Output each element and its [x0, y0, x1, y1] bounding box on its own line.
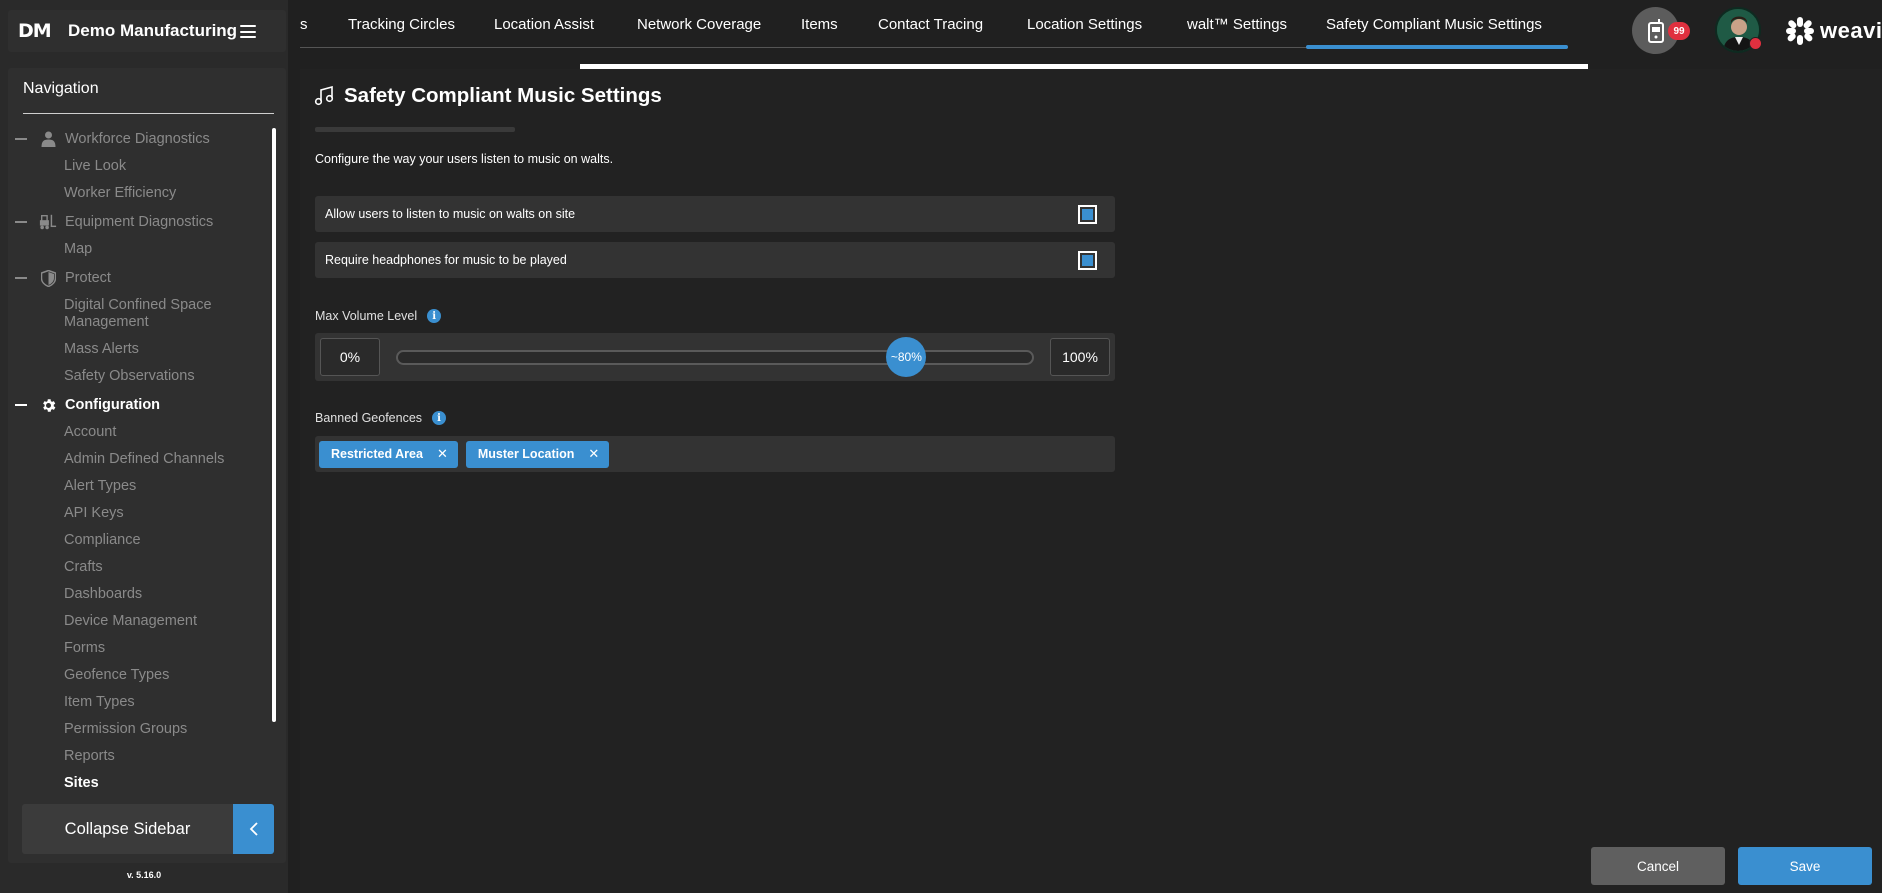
slider-thumb[interactable]: ~80% [886, 337, 927, 377]
brand-logo: DM [18, 20, 52, 42]
tag-label: Restricted Area [331, 447, 423, 461]
brand-name: Demo Manufacturing [68, 21, 238, 40]
collapse-dash-icon [15, 404, 27, 406]
nav-section-label: Protect [65, 270, 111, 286]
collapse-dash-icon [15, 138, 27, 140]
slider-track[interactable] [396, 350, 1034, 365]
sidebar-item-forms[interactable]: Forms [64, 640, 105, 656]
sidebar-item-api-keys[interactable]: API Keys [64, 505, 124, 521]
sidebar-item-worker-efficiency[interactable]: Worker Efficiency [64, 185, 176, 201]
status-dot [1749, 37, 1762, 50]
sidebar: DM Demo Manufacturing Navigation Workfor… [0, 0, 288, 893]
nav-section-label: Equipment Diagnostics [65, 214, 214, 230]
music-note-icon [314, 86, 334, 106]
sidebar-item-device-management[interactable]: Device Management [64, 613, 197, 629]
sidebar-item-digital-confined-space[interactable]: Digital Confined Space [64, 297, 212, 313]
sidebar-item-crafts[interactable]: Crafts [64, 559, 103, 575]
collapse-dash-icon [15, 221, 27, 223]
sidebar-item-permission-groups[interactable]: Permission Groups [64, 721, 187, 737]
remove-tag-icon[interactable]: ✕ [588, 446, 599, 462]
max-volume-slider: 0% ~80% 100% [315, 333, 1115, 381]
page-description: Configure the way your users listen to m… [315, 152, 614, 166]
nav-section-equipment-diagnostics[interactable]: Equipment Diagnostics [15, 212, 213, 232]
tab-location-settings[interactable]: Location Settings [1027, 16, 1142, 33]
chevron-left-icon[interactable] [233, 804, 274, 854]
tab-safety-compliant-music-settings[interactable]: Safety Compliant Music Settings [1326, 16, 1542, 33]
collapse-sidebar-button[interactable]: Collapse Sidebar [22, 804, 274, 854]
nav-section-label: Workforce Diagnostics [65, 131, 210, 147]
active-tab-indicator [1306, 45, 1568, 49]
info-icon[interactable]: i [427, 309, 442, 323]
tab-tracking-circles[interactable]: Tracking Circles [348, 16, 455, 33]
sidebar-item-account[interactable]: Account [64, 424, 116, 440]
nav-section-workforce-diagnostics[interactable]: Workforce Diagnostics [15, 129, 210, 149]
nav-section-label: Configuration [65, 397, 161, 413]
navigation-divider [23, 113, 274, 114]
require-headphones-checkbox[interactable] [1078, 251, 1097, 270]
info-icon[interactable]: i [432, 411, 447, 425]
max-volume-label-text: Max Volume Level [315, 309, 418, 323]
page-title: Safety Compliant Music Settings [344, 84, 662, 107]
navigation-title: Navigation [23, 80, 99, 97]
setting-allow-music[interactable]: Allow users to listen to music on walts … [315, 196, 1115, 232]
banned-geofences-label: Banned Geofences i [315, 411, 447, 425]
tab-contact-tracing[interactable]: Contact Tracing [878, 16, 983, 33]
weavix-mark-icon [1786, 17, 1814, 45]
sidebar-item-geofence-types[interactable]: Geofence Types [64, 667, 169, 683]
navigation-scrollbar[interactable] [272, 128, 276, 722]
remove-tag-icon[interactable]: ✕ [437, 446, 448, 462]
person-icon [39, 130, 57, 148]
page-header: Safety Compliant Music Settings [314, 84, 662, 108]
setting-label: Require headphones for music to be playe… [325, 253, 567, 267]
allow-music-checkbox[interactable] [1078, 205, 1097, 224]
tab-partial[interactable]: s [300, 16, 308, 33]
gear-icon [39, 396, 57, 414]
geofence-tag: Muster Location ✕ [465, 440, 610, 468]
shield-icon [39, 269, 57, 287]
tab-walt-settings[interactable]: walt™ Settings [1187, 16, 1287, 33]
sidebar-item-digital-confined-space-line2[interactable]: Management [64, 314, 149, 330]
sidebar-item-admin-defined-channels[interactable]: Admin Defined Channels [64, 451, 224, 467]
title-underline [315, 127, 515, 132]
slider-max-value: 100% [1050, 338, 1110, 376]
sidebar-item-dashboards[interactable]: Dashboards [64, 586, 142, 602]
sidebar-item-mass-alerts[interactable]: Mass Alerts [64, 341, 139, 357]
sidebar-item-compliance[interactable]: Compliance [64, 532, 141, 548]
walkie-talkie-icon [1647, 18, 1664, 43]
brand-header: DM Demo Manufacturing [8, 10, 286, 52]
sidebar-item-item-types[interactable]: Item Types [64, 694, 135, 710]
geofence-tag: Restricted Area ✕ [319, 440, 458, 468]
notification-badge: 99 [1668, 22, 1690, 40]
tab-network-coverage[interactable]: Network Coverage [637, 16, 761, 33]
save-button[interactable]: Save [1738, 847, 1872, 885]
setting-label: Allow users to listen to music on walts … [325, 207, 576, 221]
collapse-dash-icon [15, 277, 27, 279]
sidebar-item-reports[interactable]: Reports [64, 748, 115, 764]
banned-geofences-input[interactable]: Restricted Area ✕ Muster Location ✕ [315, 436, 1115, 472]
tag-label: Muster Location [477, 447, 575, 461]
weavix-logo: weavix [1786, 17, 1882, 45]
sidebar-item-alert-types[interactable]: Alert Types [64, 478, 136, 494]
sidebar-item-sites[interactable]: Sites [64, 775, 99, 791]
sidebar-item-map[interactable]: Map [64, 241, 92, 257]
tab-location-assist[interactable]: Location Assist [494, 16, 594, 33]
setting-require-headphones[interactable]: Require headphones for music to be playe… [315, 242, 1115, 278]
main-content: Safety Compliant Music Settings Configur… [300, 69, 1882, 893]
tab-items[interactable]: Items [801, 16, 838, 33]
nav-section-protect[interactable]: Protect [15, 268, 111, 288]
forklift-icon [39, 213, 57, 231]
sidebar-item-safety-observations[interactable]: Safety Observations [64, 368, 195, 384]
max-volume-label: Max Volume Level i [315, 309, 442, 323]
slider-min-value: 0% [320, 338, 380, 376]
menu-icon[interactable] [240, 25, 256, 38]
banned-geofences-label-text: Banned Geofences [315, 411, 423, 425]
app-version: v. 5.16.0 [126, 870, 162, 880]
sidebar-item-live-look[interactable]: Live Look [64, 158, 126, 174]
nav-section-configuration[interactable]: Configuration [15, 395, 160, 415]
collapse-sidebar-label[interactable]: Collapse Sidebar [22, 804, 233, 854]
weavix-wordmark: weavix [1820, 18, 1882, 43]
cancel-button[interactable]: Cancel [1591, 847, 1725, 885]
